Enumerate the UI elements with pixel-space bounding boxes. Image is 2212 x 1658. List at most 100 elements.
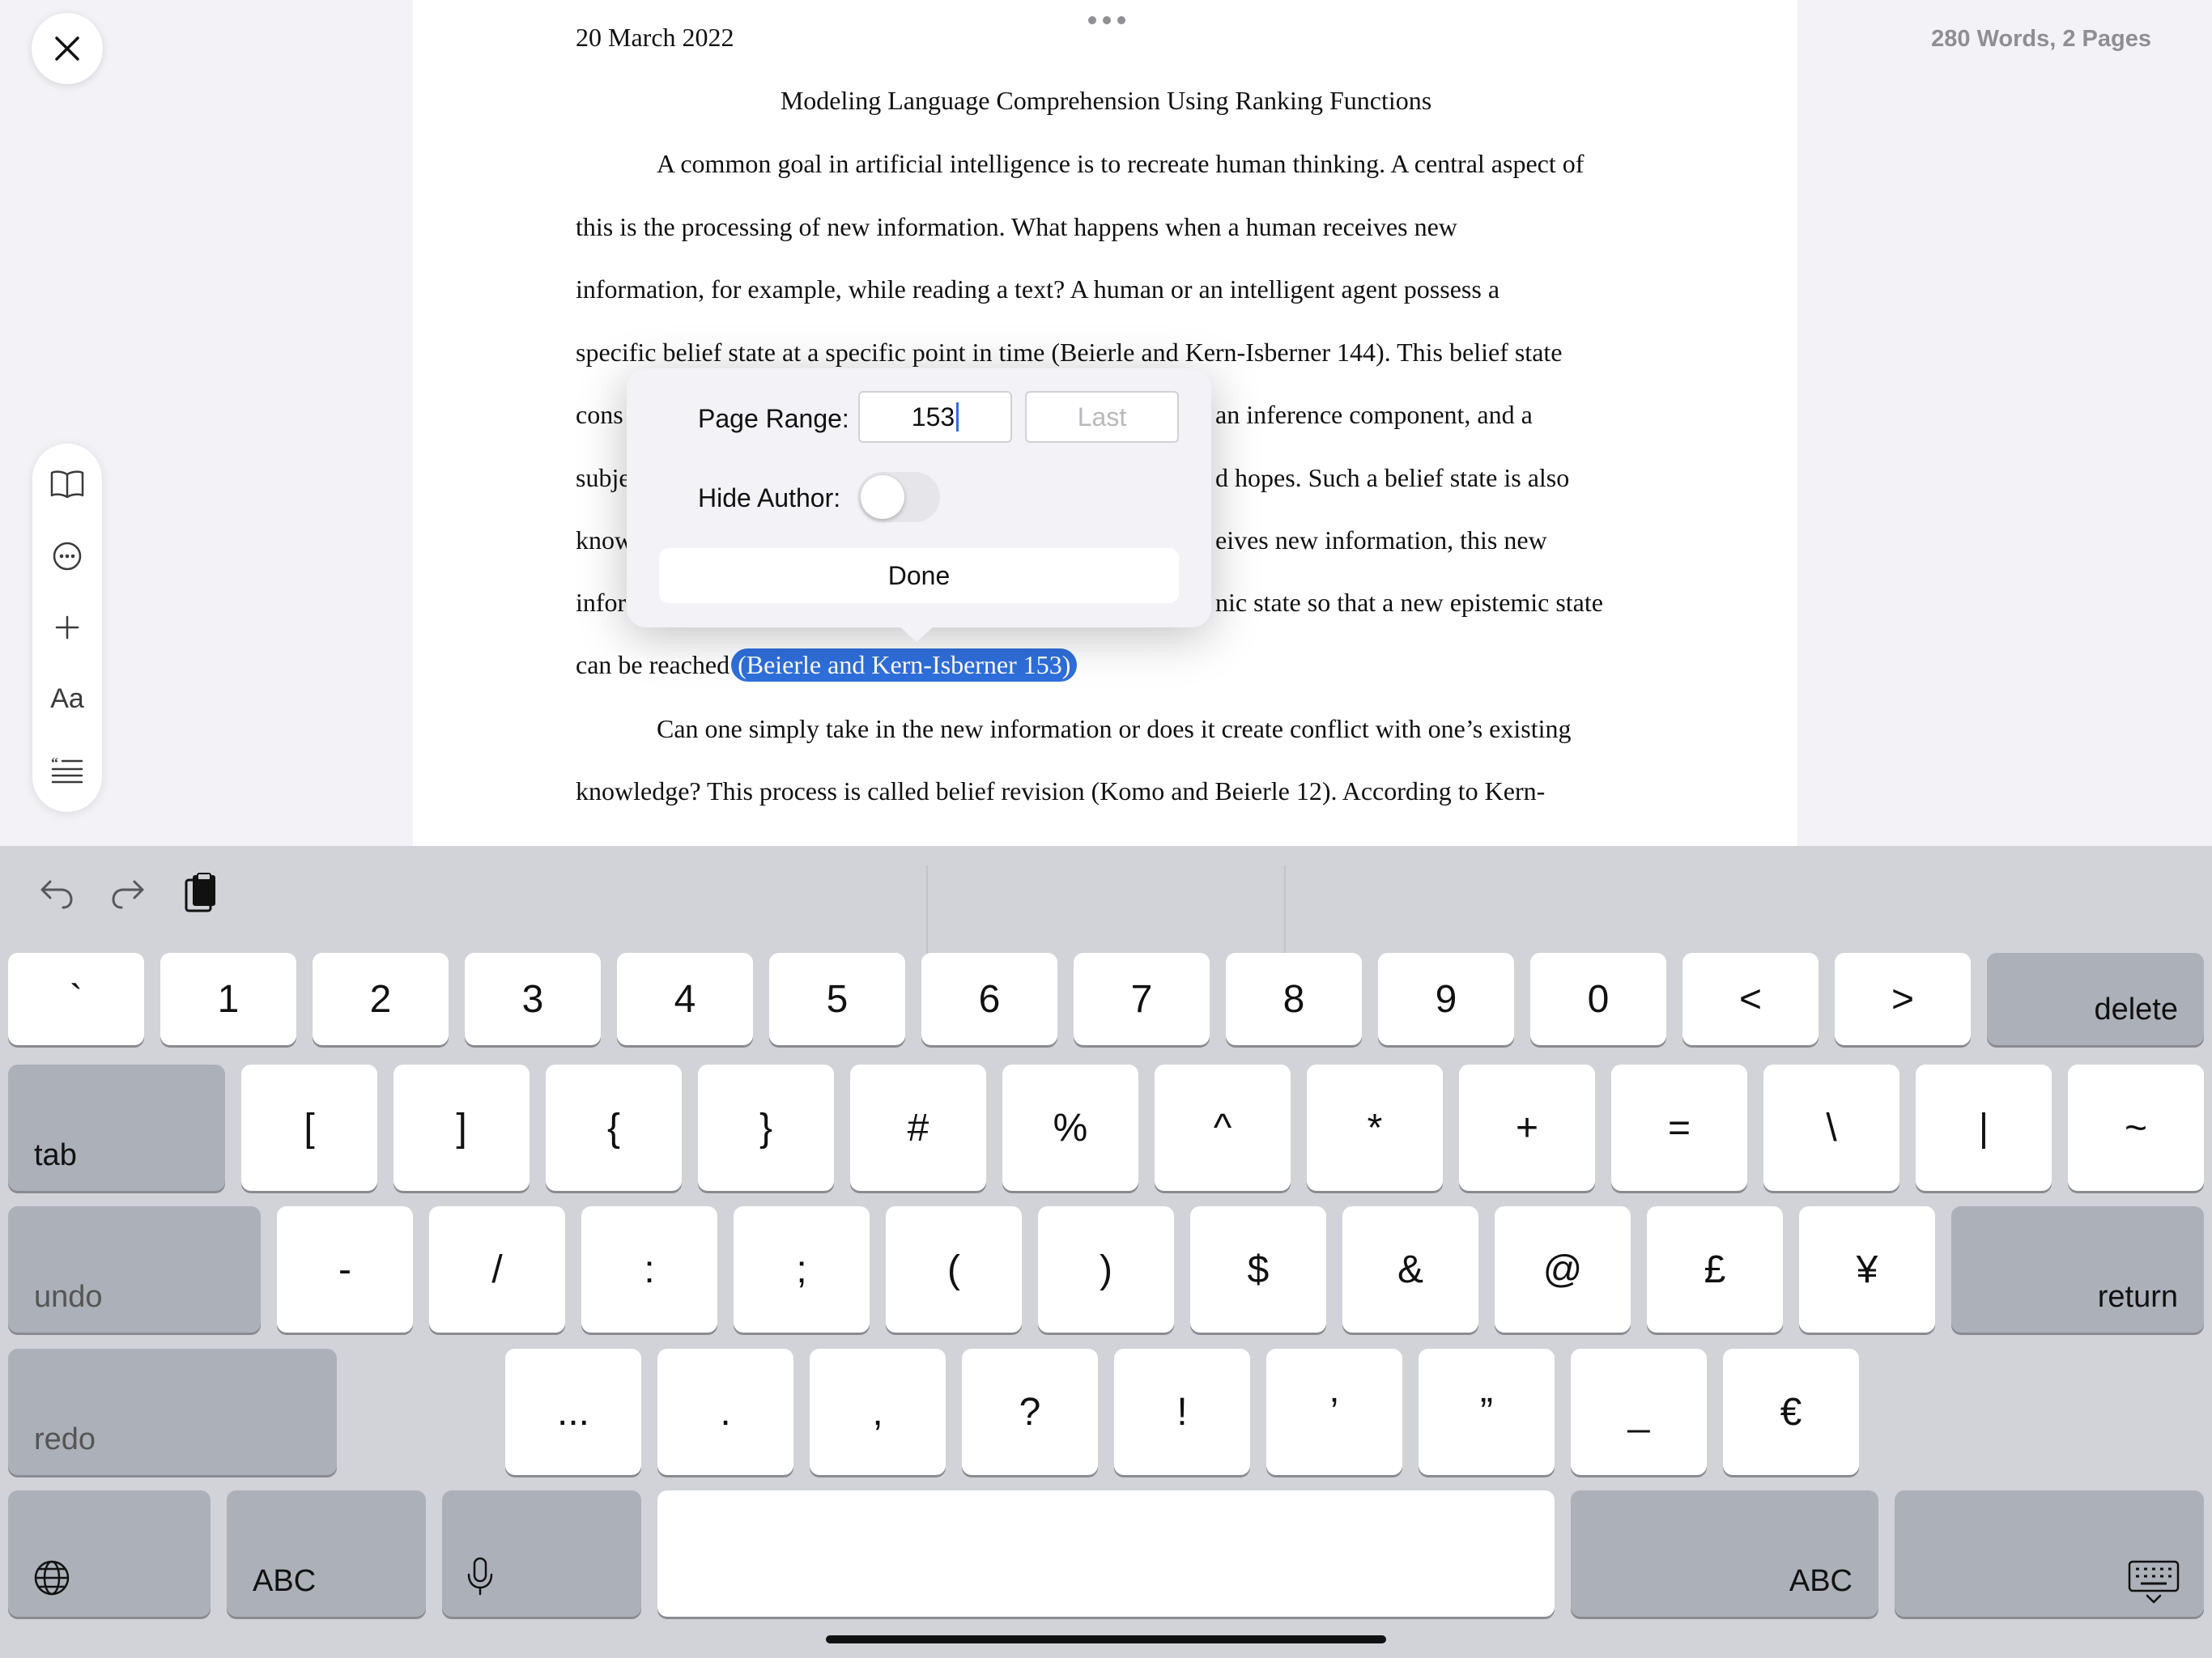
page-range-label: Page Range: (698, 404, 849, 433)
page-start-value: 153 (911, 402, 955, 432)
key[interactable]: { (546, 1065, 682, 1191)
document-date: 20 March 2022 (576, 23, 734, 52)
key[interactable]: # (850, 1065, 986, 1191)
hide-author-label: Hide Author: (698, 483, 841, 512)
text-caret (956, 402, 959, 432)
paragraph-text: can be reached (576, 650, 730, 679)
paragraph-line: infor (576, 588, 627, 617)
key[interactable]: ¥ (1799, 1206, 1935, 1333)
key[interactable]: < (1682, 953, 1819, 1045)
key[interactable]: ; (734, 1206, 870, 1333)
key[interactable]: ’ (1266, 1349, 1402, 1475)
key[interactable]: 9 (1378, 953, 1514, 1045)
key[interactable]: ] (393, 1065, 530, 1191)
key[interactable]: ! (1114, 1349, 1250, 1475)
key[interactable]: _ (1571, 1349, 1707, 1475)
key[interactable]: 0 (1530, 953, 1666, 1045)
citation-icon[interactable]: “ (32, 742, 102, 798)
page-start-field[interactable]: 153 (858, 391, 1012, 443)
key[interactable]: $ (1190, 1206, 1326, 1333)
key[interactable]: ~ (2068, 1065, 2204, 1191)
dictation-key[interactable] (442, 1490, 641, 1617)
paragraph-line: an inference component, and a (1215, 400, 1533, 429)
key[interactable]: , (810, 1349, 946, 1475)
paste-icon[interactable] (177, 869, 225, 917)
key[interactable]: = (1611, 1065, 1747, 1191)
paragraph-line: can be reached (Beierle and Kern-Isberner… (576, 648, 1078, 682)
key[interactable]: [ (241, 1065, 377, 1191)
home-indicator[interactable] (826, 1635, 1386, 1643)
tab-key[interactable]: tab (8, 1065, 225, 1191)
key[interactable]: 4 (617, 953, 753, 1045)
undo-icon[interactable] (32, 869, 81, 917)
key[interactable]: } (698, 1065, 834, 1191)
microphone-icon (467, 1557, 493, 1596)
key[interactable]: | (1916, 1065, 2052, 1191)
key[interactable]: \ (1763, 1065, 1899, 1191)
key[interactable]: @ (1495, 1206, 1631, 1333)
dismiss-keyboard-key[interactable] (1895, 1490, 2204, 1617)
key[interactable]: ? (962, 1349, 1098, 1475)
document-workspace: 20 March 2022 Modeling Language Comprehe… (0, 0, 2212, 846)
abc-right-key[interactable]: ABC (1571, 1490, 1878, 1617)
page-end-field[interactable]: Last (1025, 391, 1179, 443)
key[interactable]: ) (1038, 1206, 1174, 1333)
key[interactable]: 5 (769, 953, 905, 1045)
paragraph-line: information, for example, while reading … (576, 274, 1500, 304)
key[interactable]: > (1835, 953, 1971, 1045)
key[interactable]: * (1307, 1065, 1443, 1191)
key[interactable]: & (1342, 1206, 1478, 1333)
redo-icon[interactable] (104, 869, 152, 917)
more-options-icon[interactable] (1087, 8, 1127, 32)
key[interactable]: : (581, 1206, 717, 1333)
key[interactable]: € (1723, 1349, 1859, 1475)
paragraph-line: eives new information, this new (1215, 525, 1547, 555)
return-key[interactable]: return (1951, 1206, 2204, 1333)
paragraph-line: cons (576, 400, 623, 429)
undo-key[interactable]: undo (8, 1206, 261, 1333)
key[interactable]: ` (8, 953, 144, 1045)
selected-citation[interactable]: (Beierle and Kern-Isberner 153) (731, 648, 1078, 682)
book-icon[interactable] (32, 456, 102, 512)
keyboard-shortcut-bar (0, 846, 2212, 954)
divider (926, 865, 928, 954)
key[interactable]: ^ (1155, 1065, 1291, 1191)
paragraph-line: d hopes. Such a belief state is also (1215, 463, 1570, 492)
key[interactable]: ” (1419, 1349, 1555, 1475)
key[interactable]: 2 (313, 953, 449, 1045)
key[interactable]: - (277, 1206, 413, 1333)
paragraph-line: subje (576, 463, 631, 492)
key[interactable]: / (429, 1206, 565, 1333)
key[interactable]: 1 (160, 953, 296, 1045)
key[interactable]: 8 (1226, 953, 1362, 1045)
document-title: Modeling Language Comprehension Using Ra… (780, 86, 1432, 115)
keyboard-dismiss-icon (2128, 1560, 2180, 1604)
hide-author-toggle[interactable] (857, 472, 940, 522)
plus-icon[interactable] (32, 599, 102, 656)
delete-key[interactable]: delete (1987, 953, 2204, 1045)
key[interactable]: + (1459, 1065, 1595, 1191)
paragraph-line: specific belief state at a specific poin… (576, 338, 1563, 367)
paragraph-line: A common goal in artificial intelligence… (657, 149, 1585, 178)
popover-arrow (899, 626, 934, 642)
citation-options-popover: Page Range: 153 Last Hide Author: Done (627, 368, 1211, 642)
close-button[interactable] (32, 13, 103, 84)
space-key[interactable] (657, 1490, 1555, 1617)
key[interactable]: 3 (465, 953, 601, 1045)
ellipsis-circle-icon[interactable] (32, 528, 102, 585)
key[interactable]: 6 (921, 953, 1057, 1045)
key[interactable]: £ (1647, 1206, 1783, 1333)
paragraph-line: know (576, 525, 634, 555)
key[interactable]: % (1002, 1065, 1138, 1191)
side-toolbar: Aa “ (32, 444, 102, 812)
key[interactable]: ... (505, 1349, 641, 1475)
paragraph-line: Can one simply take in the new informati… (657, 714, 1572, 743)
globe-key[interactable] (8, 1490, 211, 1617)
key[interactable]: ( (886, 1206, 1022, 1333)
redo-key[interactable]: redo (8, 1349, 337, 1475)
done-button[interactable]: Done (659, 548, 1179, 603)
abc-left-key[interactable]: ABC (227, 1490, 426, 1617)
font-style-button[interactable]: Aa (32, 670, 102, 727)
key[interactable]: . (657, 1349, 793, 1475)
key[interactable]: 7 (1074, 953, 1210, 1045)
